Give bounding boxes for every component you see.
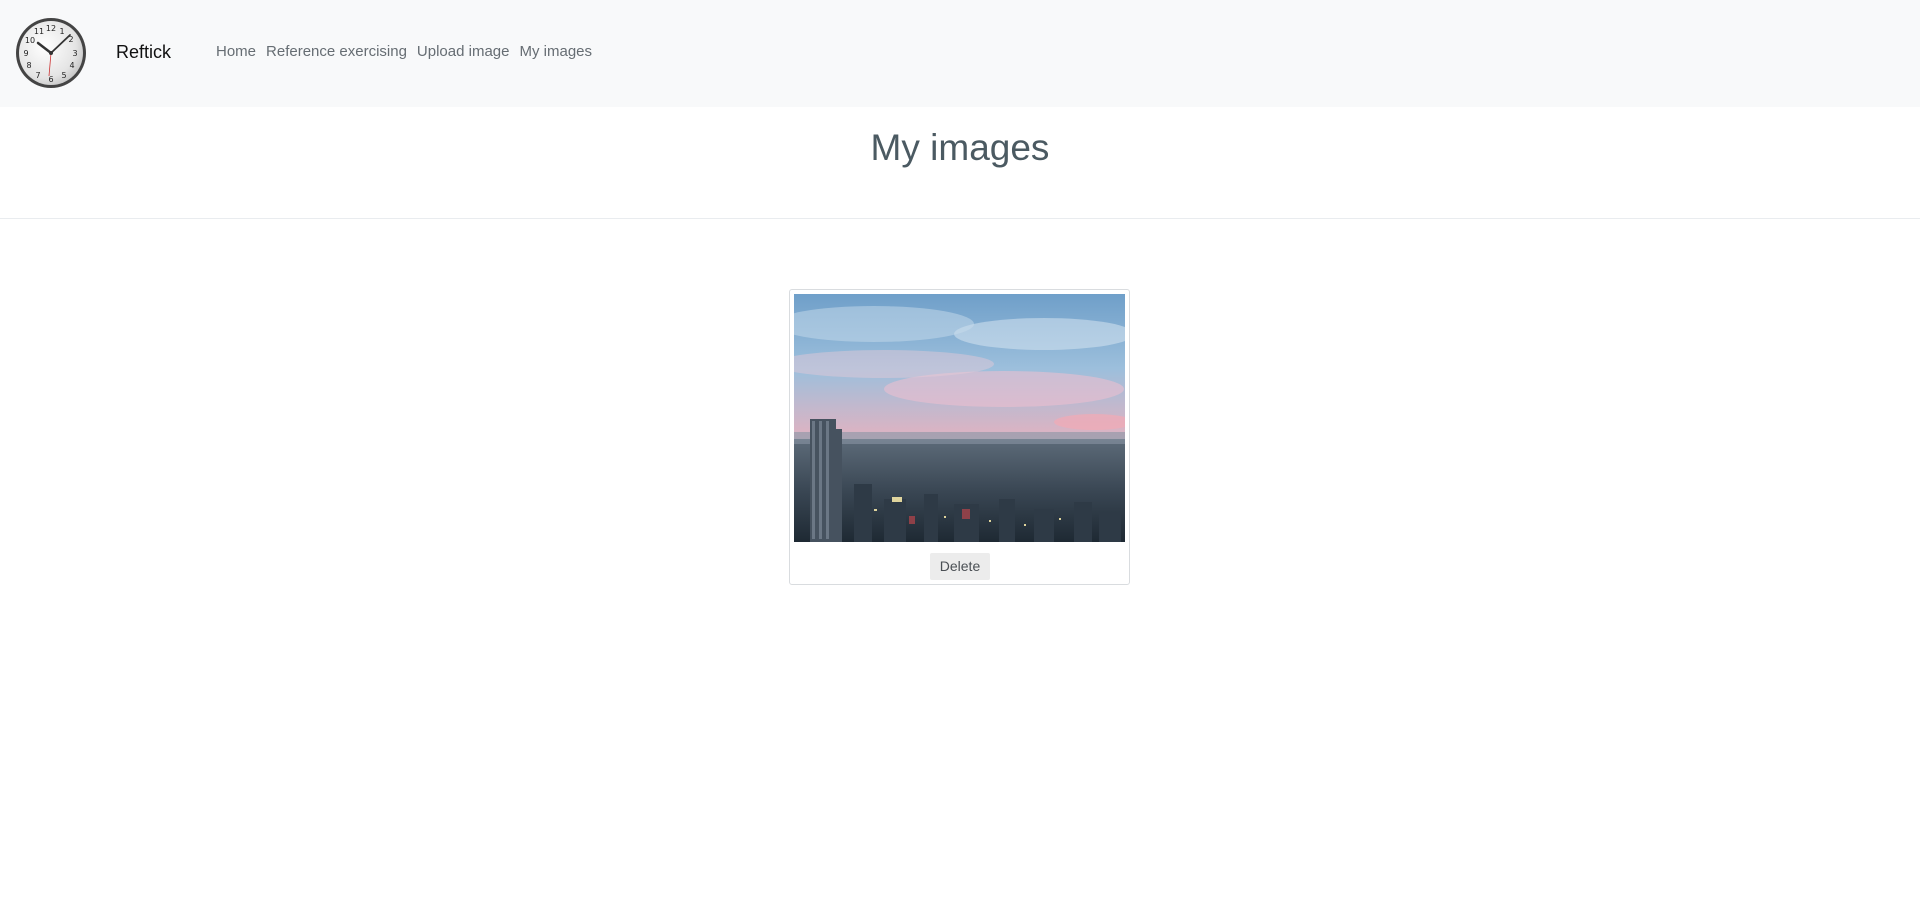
nav-link-upload-image[interactable]: Upload image	[417, 43, 510, 60]
svg-text:11: 11	[34, 27, 44, 36]
svg-text:4: 4	[69, 61, 74, 70]
nav-link-my-images[interactable]: My images	[519, 43, 592, 60]
image-card: Delete	[789, 289, 1130, 585]
main-nav: Home Reference exercising Upload image M…	[216, 42, 592, 62]
svg-text:5: 5	[61, 71, 66, 80]
svg-text:12: 12	[46, 24, 56, 33]
clock-logo-icon[interactable]: 12 1 2 3 4 5 6 7 8 9 10 11	[14, 16, 88, 90]
svg-text:8: 8	[26, 61, 31, 70]
svg-text:1: 1	[59, 27, 64, 36]
svg-text:9: 9	[23, 49, 28, 58]
svg-text:10: 10	[25, 36, 35, 45]
svg-text:7: 7	[35, 71, 40, 80]
svg-text:6: 6	[48, 75, 53, 84]
nav-link-home[interactable]: Home	[216, 43, 256, 60]
divider	[0, 218, 1920, 219]
city-skyline-image	[794, 294, 1125, 542]
navbar: 12 1 2 3 4 5 6 7 8 9 10 11 Reftick Home …	[0, 0, 1920, 107]
page-title: My images	[870, 127, 1050, 168]
delete-button[interactable]: Delete	[930, 553, 990, 580]
clock-icon: 12 1 2 3 4 5 6 7 8 9 10 11	[16, 18, 86, 88]
nav-link-reference-exercising[interactable]: Reference exercising	[266, 43, 407, 60]
svg-text:3: 3	[72, 49, 77, 58]
image-thumbnail[interactable]	[794, 294, 1125, 542]
brand-link[interactable]: Reftick	[116, 40, 171, 64]
